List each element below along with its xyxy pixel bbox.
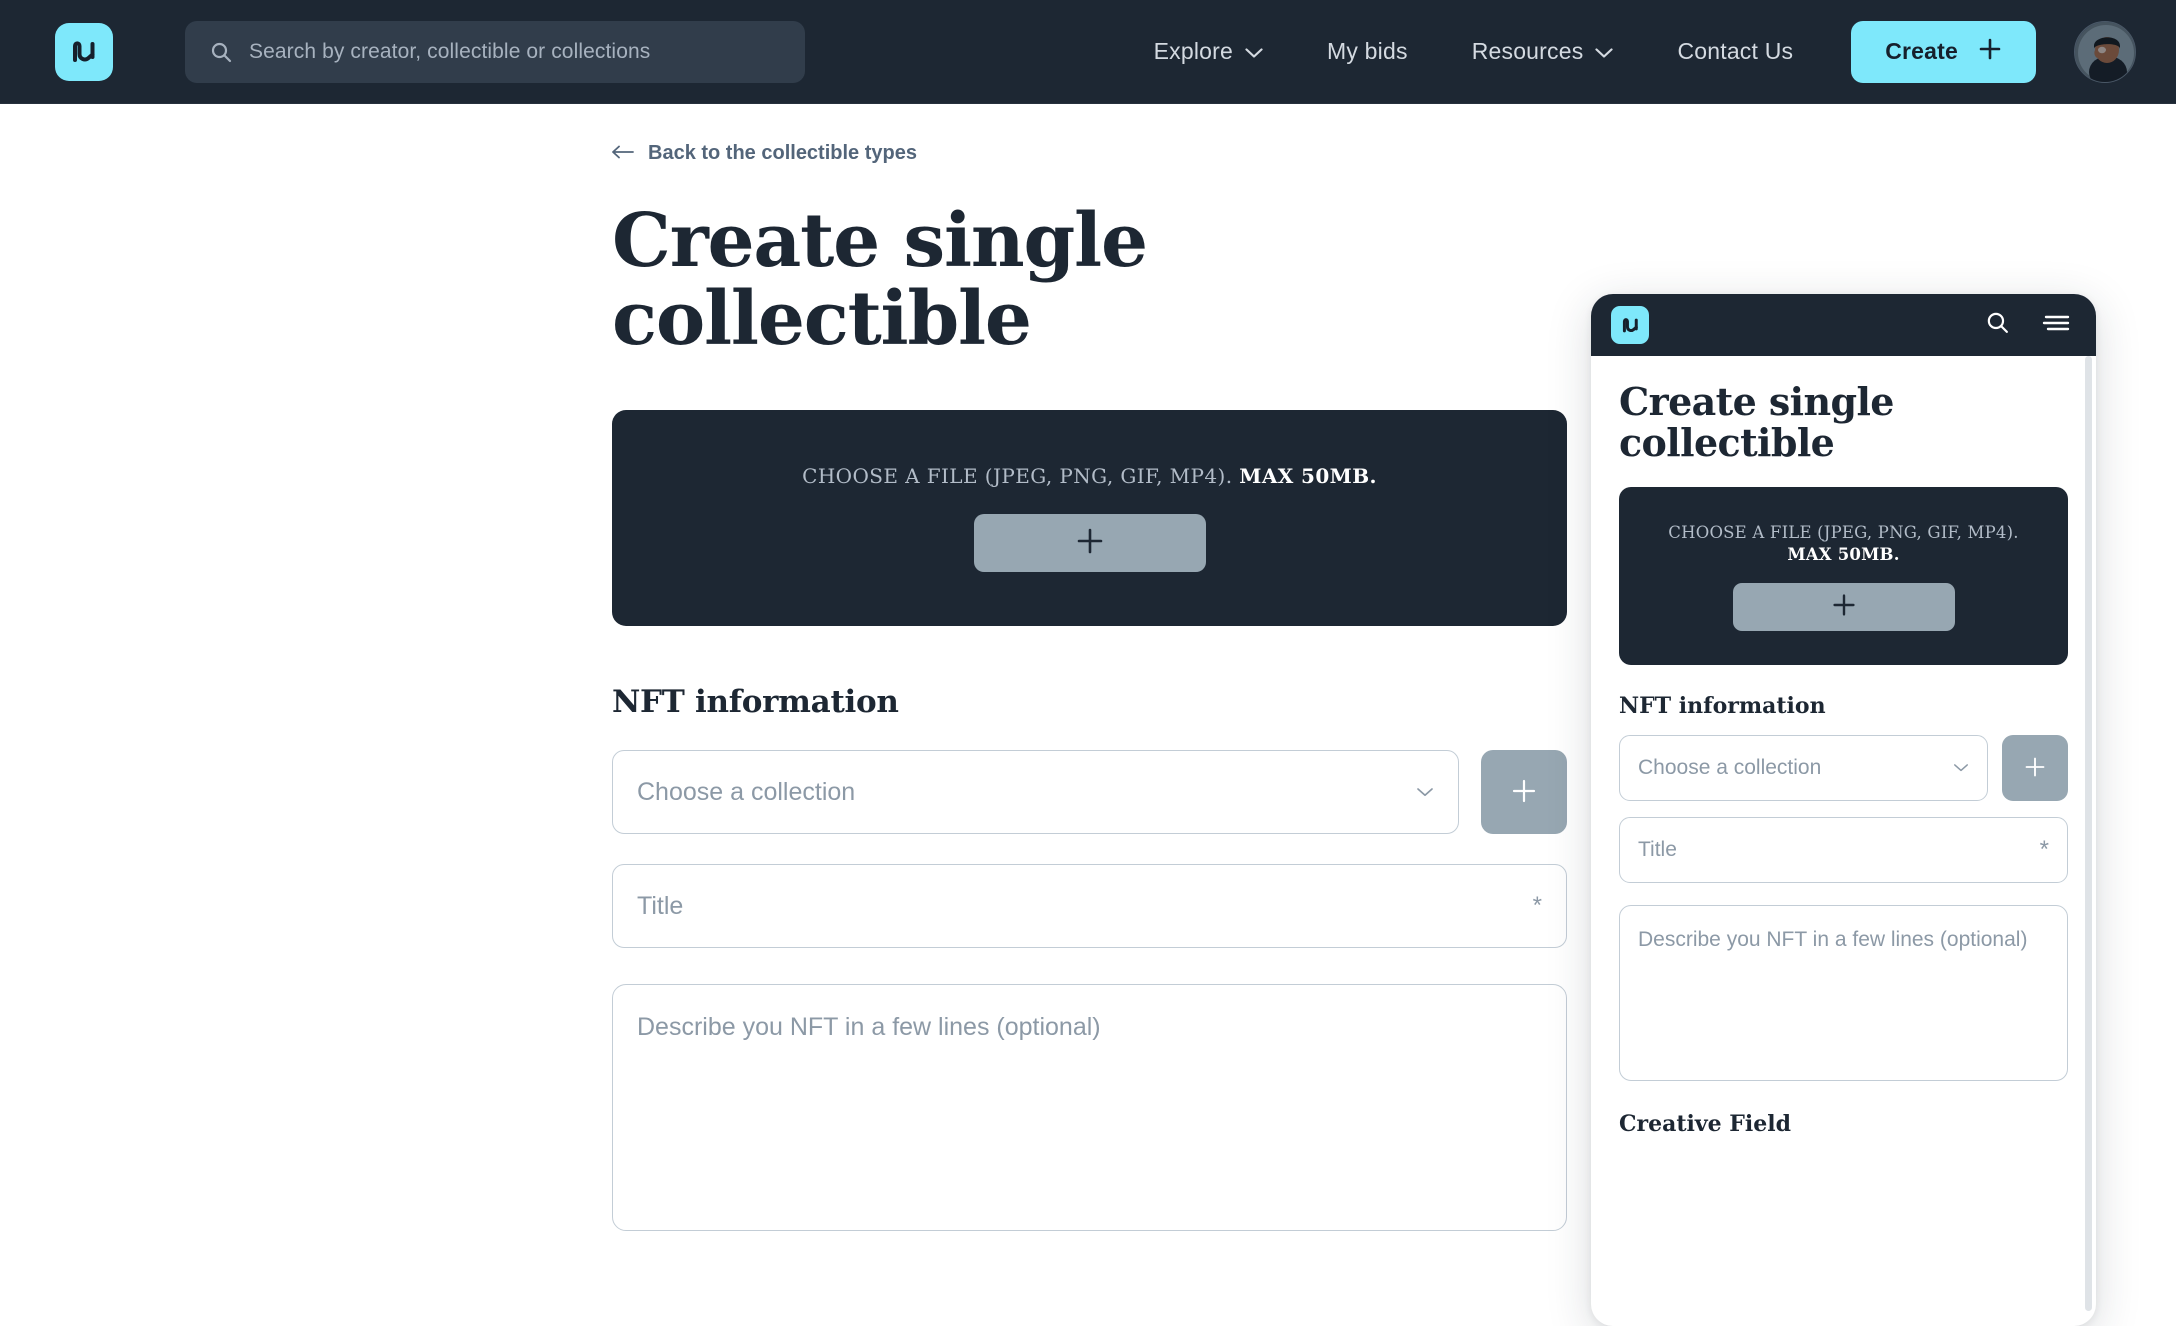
- required-marker: *: [1533, 894, 1542, 918]
- top-header: Explore My bids Resources Contact Us Cre…: [0, 0, 2176, 104]
- chevron-down-icon: [1416, 787, 1434, 798]
- create-button[interactable]: Create: [1851, 21, 2036, 83]
- search-input[interactable]: [249, 40, 781, 64]
- page-body: Back to the collectible types Create sin…: [0, 104, 2176, 1222]
- search-box[interactable]: [185, 21, 805, 83]
- arrow-left-icon: [612, 142, 634, 165]
- chevron-down-icon: [1953, 763, 1969, 773]
- user-avatar[interactable]: [2074, 21, 2136, 83]
- main-navigation: Explore My bids Resources Contact Us Cre…: [1122, 21, 2136, 83]
- plus-icon: [1978, 37, 2002, 67]
- nav-item-contact-us[interactable]: Contact Us: [1645, 38, 1825, 65]
- search-icon[interactable]: [1985, 310, 2010, 340]
- mobile-upload-caption-maxsize: MAX 50MB.: [1787, 545, 1899, 564]
- mobile-upload-caption-formats: CHOOSE A FILE (JPEG, PNG, GIF, MP4).: [1668, 523, 2018, 542]
- mobile-title-row: Title *: [1619, 817, 2068, 883]
- mobile-header: [1591, 294, 2096, 356]
- nav-label-explore: Explore: [1154, 38, 1233, 65]
- plus-icon: [1832, 593, 1856, 622]
- chevron-down-icon: [1245, 38, 1263, 65]
- nifty-logo-icon[interactable]: [55, 23, 113, 81]
- description-placeholder: Describe you NFT in a few lines (optiona…: [637, 1011, 1542, 1045]
- hamburger-menu-icon[interactable]: [2042, 313, 2070, 338]
- nav-label-my-bids: My bids: [1327, 38, 1408, 65]
- mobile-creative-field-heading: Creative Field: [1619, 1111, 2068, 1137]
- upload-caption-maxsize: MAX 50MB.: [1239, 464, 1377, 488]
- collection-select[interactable]: Choose a collection: [612, 750, 1459, 834]
- page-title: Create single collectible: [612, 203, 1567, 358]
- nav-label-resources: Resources: [1472, 38, 1584, 65]
- mobile-file-upload-dropzone[interactable]: CHOOSE A FILE (JPEG, PNG, GIF, MP4). MAX…: [1619, 487, 2068, 665]
- mobile-choose-file-button[interactable]: [1733, 583, 1955, 631]
- mobile-collection-row: Choose a collection: [1619, 735, 2068, 801]
- mobile-nft-information-heading: NFT information: [1619, 693, 2068, 719]
- plus-icon: [1511, 778, 1537, 807]
- mobile-collection-select[interactable]: Choose a collection: [1619, 735, 1988, 801]
- mobile-collection-placeholder: Choose a collection: [1638, 756, 1821, 780]
- description-textarea[interactable]: Describe you NFT in a few lines (optiona…: [612, 984, 1567, 1231]
- mobile-page-title: Create single collectible: [1619, 382, 2068, 463]
- choose-file-button[interactable]: [974, 514, 1206, 572]
- nav-item-resources[interactable]: Resources: [1440, 38, 1646, 65]
- chevron-down-icon: [1595, 38, 1613, 65]
- upload-caption: CHOOSE A FILE (JPEG, PNG, GIF, MP4). MAX…: [802, 464, 1377, 488]
- mobile-upload-caption: CHOOSE A FILE (JPEG, PNG, GIF, MP4). MAX…: [1668, 522, 2018, 568]
- collection-placeholder: Choose a collection: [637, 778, 855, 807]
- mobile-description-textarea[interactable]: Describe you NFT in a few lines (optiona…: [1619, 905, 2068, 1081]
- nav-item-explore[interactable]: Explore: [1122, 38, 1295, 65]
- back-to-collectible-types-link[interactable]: Back to the collectible types: [612, 142, 1567, 165]
- mobile-preview-panel: Create single collectible CHOOSE A FILE …: [1591, 294, 2096, 1326]
- mobile-title-input[interactable]: Title *: [1619, 817, 2068, 883]
- add-collection-button[interactable]: [1481, 750, 1567, 834]
- search-icon: [209, 40, 233, 64]
- nav-label-contact-us: Contact Us: [1677, 38, 1793, 65]
- mobile-header-icons: [1985, 310, 2070, 340]
- mobile-required-marker: *: [2040, 838, 2049, 862]
- nifty-logo-icon[interactable]: [1611, 306, 1649, 344]
- plus-icon: [2024, 756, 2046, 781]
- nav-item-my-bids[interactable]: My bids: [1295, 38, 1440, 65]
- mobile-body: Create single collectible CHOOSE A FILE …: [1591, 356, 2096, 1326]
- title-row: Title *: [612, 864, 1567, 948]
- plus-icon: [1076, 527, 1104, 560]
- file-upload-dropzone[interactable]: CHOOSE A FILE (JPEG, PNG, GIF, MP4). MAX…: [612, 410, 1567, 626]
- mobile-scrollbar[interactable]: [2085, 356, 2092, 1311]
- mobile-add-collection-button[interactable]: [2002, 735, 2068, 801]
- collection-row: Choose a collection: [612, 750, 1567, 834]
- create-button-label: Create: [1885, 38, 1958, 65]
- mobile-title-placeholder: Title: [1638, 838, 1677, 862]
- back-link-label: Back to the collectible types: [648, 142, 917, 165]
- title-input[interactable]: Title *: [612, 864, 1567, 948]
- nft-information-heading: NFT information: [612, 684, 1567, 720]
- create-collectible-form: Back to the collectible types Create sin…: [612, 104, 1567, 1231]
- upload-caption-formats: CHOOSE A FILE (JPEG, PNG, GIF, MP4).: [802, 464, 1232, 488]
- title-placeholder: Title: [637, 892, 683, 921]
- mobile-description-placeholder: Describe you NFT in a few lines (optiona…: [1638, 926, 2049, 955]
